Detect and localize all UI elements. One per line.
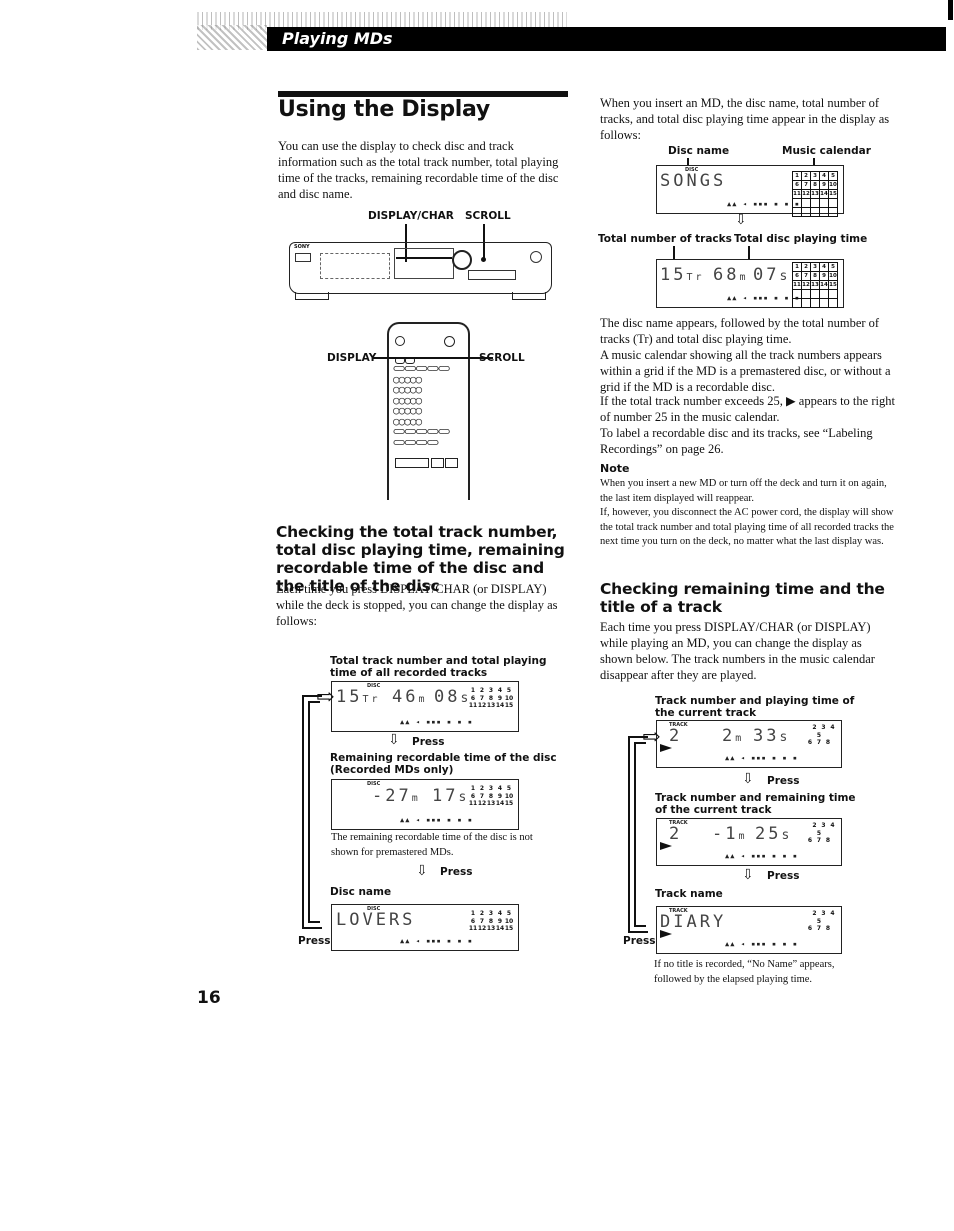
total-tracks-callout: Total number of tracks <box>598 233 732 245</box>
total-time-callout: Total disc playing time <box>734 233 868 245</box>
level-meter: ▲▲ ◂ ▪▪▪ ▪ ▪ ▪ <box>727 200 801 208</box>
press-label: Press <box>767 775 800 787</box>
display-char-label: DISPLAY/CHAR <box>368 210 454 222</box>
volume-knob <box>530 251 542 263</box>
power-button <box>295 253 311 262</box>
music-calendar: 2 3 45 6 7 8 <box>807 910 835 932</box>
page-title: Using the Display <box>278 97 490 122</box>
md-deck-illustration: SONY <box>289 242 552 294</box>
arrow-down-icon: ⇩ <box>416 863 428 879</box>
music-calendar-grid: 12345 6 7 8 9 10 11 12 13 14 15 <box>792 262 838 308</box>
play-button <box>395 458 429 468</box>
remote-illustration: ⊂⊃⊂⊃⊂⊃⊂⊃⊂⊃ ○○○○○ ○○○○○ ○○○○○ ○○○○○ ○○○○○ ⊂⊃⊂⊃⊂… <box>387 322 470 500</box>
level-meter: ▲▲ ◂ ▪▪▪ ▪ ▪ ▪ <box>727 294 801 302</box>
right-paragraph-3: If the total track number exceeds 25, ▶ … <box>600 394 895 424</box>
lcd-display-total: DISC 15Tr 46m 08s 1 2 3 4 5 6 7 8 9 10 1112131415 … <box>331 681 519 732</box>
step-label: Disc name <box>330 886 392 898</box>
note-text-1: When you insert a new MD or turn off the… <box>600 478 887 504</box>
play-indicator-icon <box>660 930 672 938</box>
arrow-down-icon: ⇩ <box>735 212 747 228</box>
lcd-display-songs: DISC SONGS ▲▲ ◂ ▪▪▪ ▪ ▪ ▪ 12345 6 7 8 9 10 1… <box>656 165 844 217</box>
level-meter: ▲▲ ◂ ▪▪▪ ▪ ▪ ▪ <box>725 940 799 948</box>
level-meter: ▲▲ ◂ ▪▪▪ ▪ ▪ ▪ <box>400 937 474 945</box>
scroll-label: SCROLL <box>465 210 511 222</box>
lcd-display-track-time: TRACK 2 2m 33s 2 3 45 6 7 8 ▲▲ ◂ ▪▪▪ ▪ ▪ ▪ <box>656 720 842 768</box>
music-calendar: 1 2 3 4 5 6 7 8 9 10 1112131415 <box>468 910 514 932</box>
track-name-text: DIARY <box>660 912 727 932</box>
header-texture <box>197 25 267 50</box>
disc-name-text: LOVERS <box>336 910 416 930</box>
section1-text: Each time you press DISPLAY/CHAR (or DIS… <box>276 582 558 628</box>
lcd-display-remaining: DISC -27m 17s 1 2 3 4 5 6 7 8 9 10 1112131415 ▲▲ ◂… <box>331 779 519 830</box>
section-title: Playing MDs <box>282 29 393 48</box>
transport-buttons <box>468 270 516 280</box>
eject-button <box>395 336 405 346</box>
scroll-button <box>481 257 486 262</box>
amms-dial <box>452 250 472 270</box>
music-calendar: 1 2 3 4 5 6 7 8 9 10 1112131415 <box>468 785 514 807</box>
right-paragraph-1: The disc name appears, followed by the t… <box>600 316 880 346</box>
note-heading: Note <box>600 462 630 475</box>
loop-arrow <box>308 701 320 923</box>
stop-button <box>445 458 458 468</box>
press-label: Press <box>767 870 800 882</box>
lcd-display-totals: 15Tr 68m 07s ▲▲ ◂ ▪▪▪ ▪ ▪ ▪ 12345 6 7 8 9 10… <box>656 259 844 308</box>
level-meter: ▲▲ ◂ ▪▪▪ ▪ ▪ ▪ <box>400 718 474 726</box>
step-label: Total track number and total playing tim… <box>330 655 547 679</box>
leader-line <box>373 357 493 359</box>
music-calendar: 2 3 45 6 7 8 <box>807 724 835 746</box>
right-intro: When you insert an MD, the disc name, to… <box>600 96 890 142</box>
right-paragraph-2: A music calendar showing all the track n… <box>600 348 891 394</box>
note-text-2: If, however, you disconnect the AC power… <box>600 507 894 547</box>
number-keypad: ⊂⊃⊂⊃⊂⊃⊂⊃⊂⊃ ○○○○○ ○○○○○ ○○○○○ ○○○○○ ○○○○○ ⊂⊃⊂⊃⊂… <box>393 362 450 449</box>
deck-foot <box>512 292 546 300</box>
step-label: Track number and remaining time of the c… <box>655 792 856 816</box>
music-calendar: 1 2 3 4 5 6 7 8 9 10 1112131415 <box>468 687 514 709</box>
press-label: Press <box>440 866 473 878</box>
loop-press-label: Press <box>298 935 331 947</box>
level-meter: ▲▲ ◂ ▪▪▪ ▪ ▪ ▪ <box>725 754 799 762</box>
step-note: The remaining recordable time of the dis… <box>331 832 533 858</box>
music-calendar-callout: Music calendar <box>782 145 871 157</box>
level-meter: ▲▲ ◂ ▪▪▪ ▪ ▪ ▪ <box>400 816 474 824</box>
arrow-down-icon: ⇩ <box>742 771 754 787</box>
section2-text: Each time you press DISPLAY/CHAR (or DIS… <box>600 620 875 682</box>
arrow-down-icon: ⇩ <box>742 867 754 883</box>
music-calendar-grid: 12345 6 7 8 9 10 11 12 13 14 15 <box>792 171 838 217</box>
disc-name-callout: Disc name <box>668 145 730 157</box>
level-meter: ▲▲ ◂ ▪▪▪ ▪ ▪ ▪ <box>725 852 799 860</box>
press-label: Press <box>412 736 445 748</box>
disc-slot <box>396 257 452 259</box>
arrow-right-icon: ⇨ <box>316 685 335 710</box>
step-label: Remaining recordable time of the disc (R… <box>330 752 557 776</box>
arrow-down-icon: ⇩ <box>388 732 400 748</box>
loop-press-label: Press <box>623 935 656 947</box>
disc-slot-panel <box>394 248 454 279</box>
intro-text: You can use the display to check disc an… <box>278 139 559 201</box>
brand-logo: SONY <box>294 244 310 250</box>
arrow-right-icon: ⇨ <box>642 725 661 750</box>
deck-foot <box>295 292 329 300</box>
play-indicator-icon <box>660 744 672 752</box>
play-indicator-icon <box>660 842 672 850</box>
right-paragraph-4: To label a recordable disc and its track… <box>600 426 873 456</box>
step-label: Track name <box>655 888 723 900</box>
section-heading-track: Checking remaining time and the title of… <box>600 580 885 616</box>
power-button <box>444 336 455 347</box>
music-calendar: 2 3 45 6 7 8 <box>807 822 835 844</box>
lcd-display-track-remaining: TRACK 2 -1m 25s 2 3 45 6 7 8 ▲▲ ◂ ▪▪▪ ▪ ▪ ▪ <box>656 818 842 866</box>
step-label: Track number and playing time of the cur… <box>655 695 855 719</box>
page-number: 16 <box>197 988 221 1008</box>
disc-name-text: SONGS <box>660 171 727 191</box>
loop-arrow <box>634 742 646 927</box>
lcd-display-disc-name: DISC LOVERS 1 2 3 4 5 6 7 8 9 10 1112131415 ▲▲ ◂ ▪… <box>331 904 519 951</box>
track-name-footnote: If no title is recorded, “No Name” appea… <box>654 959 835 985</box>
lcd-display-track-name: TRACK DIARY 2 3 45 6 7 8 ▲▲ ◂ ▪▪▪ ▪ ▪ ▪ <box>656 906 842 954</box>
page-edge-mark <box>948 0 953 20</box>
remote-display-label: DISPLAY <box>327 352 377 364</box>
remote-scroll-label: SCROLL <box>479 352 525 364</box>
pause-button <box>431 458 444 468</box>
display-window <box>320 253 390 279</box>
